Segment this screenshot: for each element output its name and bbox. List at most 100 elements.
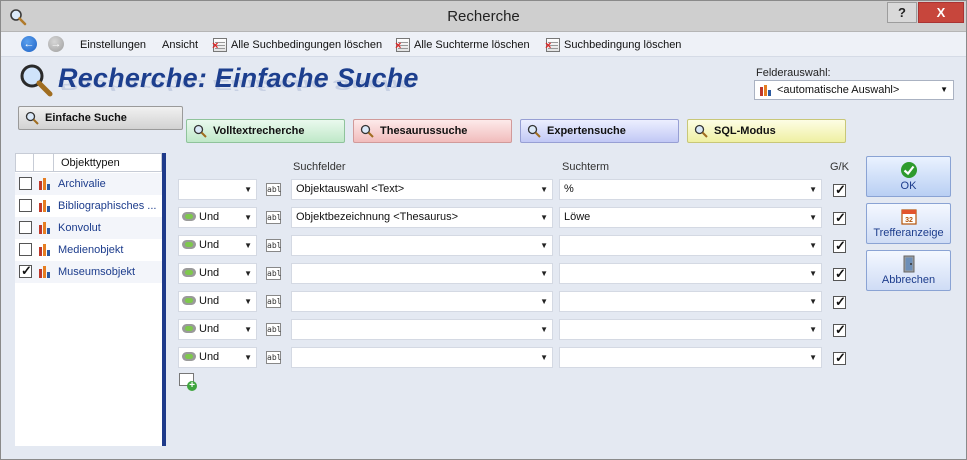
- field-selection-dropdown[interactable]: <automatische Auswahl> ▼: [754, 80, 954, 100]
- operator-dropdown[interactable]: Und ▼: [178, 207, 257, 228]
- toggle-icon: [182, 211, 196, 221]
- case-sensitive-checkbox[interactable]: [833, 210, 846, 226]
- case-sensitive-checkbox[interactable]: [833, 182, 846, 198]
- chevron-down-icon: ▼: [244, 241, 252, 250]
- tab-label: Thesaurussuche: [380, 125, 468, 137]
- search-field-dropdown[interactable]: ▼: [291, 347, 553, 368]
- delete-list-icon: [395, 38, 410, 53]
- delete-condition-label: Suchbedingung löschen: [564, 39, 682, 51]
- operator-dropdown[interactable]: Und ▼: [178, 291, 257, 312]
- chevron-down-icon: ▼: [244, 353, 252, 362]
- chevron-down-icon: ▼: [244, 213, 252, 222]
- arrow-right-icon: →: [50, 38, 62, 50]
- case-sensitive-checkbox[interactable]: [833, 294, 846, 310]
- header-cell: [16, 154, 34, 171]
- toggle-icon: [182, 295, 196, 305]
- case-sensitive-checkbox[interactable]: [833, 350, 846, 366]
- tab-label: Expertensuche: [547, 125, 626, 137]
- view-menu[interactable]: Ansicht: [162, 37, 198, 53]
- tab-expert-search[interactable]: Expertensuche: [520, 119, 679, 143]
- operator-dropdown[interactable]: ▼: [178, 179, 257, 200]
- delete-list-icon: [545, 38, 560, 53]
- object-types-header-label: Objekttypen: [61, 157, 120, 169]
- field-selection-value: <automatische Auswahl>: [777, 84, 900, 96]
- search-term-dropdown[interactable]: Löwe ▼: [559, 207, 822, 228]
- close-button[interactable]: X: [918, 2, 964, 23]
- column-header-gk: G/K: [830, 161, 849, 173]
- hits-button[interactable]: 32 Trefferanzeige: [866, 203, 951, 244]
- text-field-icon[interactable]: abl: [266, 239, 281, 252]
- text-field-icon[interactable]: abl: [266, 183, 281, 196]
- text-field-icon[interactable]: abl: [266, 211, 281, 224]
- object-types-header: Objekttypen: [15, 153, 162, 172]
- cancel-button[interactable]: Abbrechen: [866, 250, 951, 291]
- toggle-icon: [182, 323, 196, 333]
- operator-dropdown[interactable]: Und ▼: [178, 263, 257, 284]
- text-field-icon[interactable]: abl: [266, 267, 281, 280]
- operator-dropdown[interactable]: Und ▼: [178, 347, 257, 368]
- case-sensitive-checkbox[interactable]: [833, 266, 846, 282]
- tab-sql-mode[interactable]: SQL-Modus: [687, 119, 846, 143]
- operator-value: Und: [199, 295, 220, 307]
- clear-conditions-button[interactable]: Alle Suchbedingungen löschen: [212, 37, 383, 53]
- magnifier-icon: [25, 111, 39, 125]
- chevron-down-icon: ▼: [244, 325, 252, 334]
- search-term-dropdown[interactable]: ▼: [559, 291, 822, 312]
- tab-label: Volltextrecherche: [213, 125, 305, 137]
- title-bar: Recherche ? X: [1, 1, 966, 32]
- condition-row: Und ▼ abl ▼ ▼: [1, 263, 851, 285]
- settings-menu[interactable]: Einstellungen: [80, 37, 146, 53]
- search-field-dropdown[interactable]: ▼: [291, 291, 553, 312]
- clear-conditions-label: Alle Suchbedingungen löschen: [231, 39, 383, 51]
- add-condition-icon[interactable]: [179, 373, 197, 391]
- chevron-down-icon: ▼: [809, 325, 817, 334]
- search-term-dropdown[interactable]: ▼: [559, 319, 822, 340]
- tab-fulltext-search[interactable]: Volltextrecherche: [186, 119, 345, 143]
- search-field-value: Objektbezeichnung <Thesaurus>: [296, 211, 459, 223]
- calendar-icon: 32: [901, 209, 917, 225]
- tab-simple-search[interactable]: Einfache Suche: [18, 106, 183, 130]
- forward-button[interactable]: →: [48, 36, 64, 52]
- chevron-down-icon: ▼: [809, 269, 817, 278]
- search-term-dropdown[interactable]: ▼: [559, 263, 822, 284]
- clear-terms-label: Alle Suchterme löschen: [414, 39, 530, 51]
- clear-terms-button[interactable]: Alle Suchterme löschen: [395, 37, 530, 53]
- search-field-value: Objektauswahl <Text>: [296, 183, 405, 195]
- chevron-down-icon: ▼: [540, 185, 548, 194]
- chevron-down-icon: ▼: [809, 353, 817, 362]
- ok-button[interactable]: OK: [866, 156, 951, 197]
- case-sensitive-checkbox[interactable]: [833, 322, 846, 338]
- magnifier-icon: [694, 124, 708, 138]
- search-term-dropdown[interactable]: ▼: [559, 235, 822, 256]
- search-field-dropdown[interactable]: ▼: [291, 235, 553, 256]
- search-field-dropdown[interactable]: Objektbezeichnung <Thesaurus> ▼: [291, 207, 553, 228]
- condition-row: Und ▼ abl Objektbezeichnung <Thesaurus> ▼ Löw…: [1, 207, 851, 229]
- text-field-icon[interactable]: abl: [266, 295, 281, 308]
- condition-row: ▼ abl Objektauswahl <Text> ▼ % ▼: [1, 179, 851, 201]
- back-button[interactable]: ←: [21, 36, 37, 52]
- search-field-dropdown[interactable]: ▼: [291, 263, 553, 284]
- magnifier-icon: [360, 124, 374, 138]
- condition-row: Und ▼ abl ▼ ▼: [1, 291, 851, 313]
- tab-thesaurus-search[interactable]: Thesaurussuche: [353, 119, 512, 143]
- help-button[interactable]: ?: [887, 2, 917, 23]
- window-title: Recherche: [447, 8, 520, 25]
- operator-dropdown[interactable]: Und ▼: [178, 235, 257, 256]
- search-term-dropdown[interactable]: % ▼: [559, 179, 822, 200]
- chevron-down-icon: ▼: [540, 297, 548, 306]
- operator-value: Und: [199, 239, 220, 251]
- column-header-term: Suchterm: [562, 161, 610, 173]
- search-field-dropdown[interactable]: ▼: [291, 319, 553, 340]
- text-field-icon[interactable]: abl: [266, 323, 281, 336]
- toggle-icon: [182, 351, 196, 361]
- delete-condition-button[interactable]: Suchbedingung löschen: [545, 37, 682, 53]
- operator-dropdown[interactable]: Und ▼: [178, 319, 257, 340]
- operator-value: Und: [199, 351, 220, 363]
- search-field-dropdown[interactable]: Objektauswahl <Text> ▼: [291, 179, 553, 200]
- chevron-down-icon: ▼: [540, 353, 548, 362]
- chevron-down-icon: ▼: [809, 241, 817, 250]
- text-field-icon[interactable]: abl: [266, 351, 281, 364]
- search-term-dropdown[interactable]: ▼: [559, 347, 822, 368]
- case-sensitive-checkbox[interactable]: [833, 238, 846, 254]
- tab-label: Einfache Suche: [45, 112, 127, 124]
